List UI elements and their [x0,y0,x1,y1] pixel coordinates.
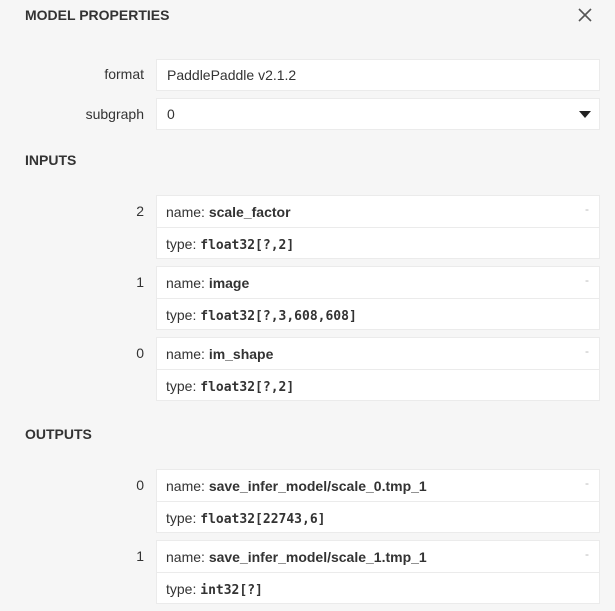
name-key: name: [166,204,209,220]
expand-toggle[interactable]: - [585,547,589,561]
input-name-line[interactable]: name: image - [157,267,599,299]
input-type: float32[?,2] [200,380,295,395]
type-key: type: [166,581,201,597]
type-key: type: [166,510,201,526]
type-key: type: [166,378,201,394]
name-key: name: [166,346,209,362]
panel-title: MODEL PROPERTIES [25,7,170,23]
input-card: name: scale_factor - type: float32[?,2] [156,195,600,259]
input-index: 0 [136,345,144,361]
expand-toggle[interactable]: - [585,273,589,287]
type-key: type: [166,236,201,252]
input-name: im_shape [208,346,274,362]
input-name-line[interactable]: name: scale_factor - [157,196,599,228]
output-name-line[interactable]: name: save_infer_model/scale_0.tmp_1 - [157,470,599,502]
input-name: image [208,275,250,291]
input-type-line: type: float32[?,2] [157,370,599,401]
format-label: format [104,66,144,82]
output-type-line: type: int32[?] [157,573,599,604]
input-type: float32[?,3,608,608] [200,309,357,324]
input-type-line: type: float32[?,3,608,608] [157,299,599,330]
input-card: name: im_shape - type: float32[?,2] [156,337,600,401]
format-field: PaddlePaddle v2.1.2 [156,59,600,91]
expand-toggle[interactable]: - [585,202,589,216]
output-name-line[interactable]: name: save_infer_model/scale_1.tmp_1 - [157,541,599,573]
type-key: type: [166,307,201,323]
inputs-title: INPUTS [25,152,77,168]
output-name: save_infer_model/scale_1.tmp_1 [208,549,427,565]
input-name-line[interactable]: name: im_shape - [157,338,599,370]
output-index: 0 [136,477,144,493]
input-type-line: type: float32[?,2] [157,228,599,259]
close-icon[interactable] [576,6,594,24]
model-properties-panel: MODEL PROPERTIES format PaddlePaddle v2.… [0,0,615,611]
format-value: PaddlePaddle v2.1.2 [167,67,297,83]
subgraph-label: subgraph [85,106,144,122]
output-name: save_infer_model/scale_0.tmp_1 [208,478,427,494]
output-type: float32[22743,6] [200,512,326,527]
name-key: name: [166,478,209,494]
chevron-down-icon [579,111,591,118]
subgraph-select[interactable]: 0 [156,98,600,130]
outputs-title: OUTPUTS [25,426,92,442]
subgraph-value: 0 [167,106,175,122]
output-card: name: save_infer_model/scale_0.tmp_1 - t… [156,469,600,533]
output-card: name: save_infer_model/scale_1.tmp_1 - t… [156,540,600,604]
input-type: float32[?,2] [200,238,295,253]
name-key: name: [166,275,209,291]
input-index: 2 [136,203,144,219]
input-index: 1 [136,274,144,290]
output-type-line: type: float32[22743,6] [157,502,599,533]
expand-toggle[interactable]: - [585,476,589,490]
input-name: scale_factor [208,204,291,220]
output-type: int32[?] [200,583,263,598]
expand-toggle[interactable]: - [585,344,589,358]
name-key: name: [166,549,209,565]
output-index: 1 [136,548,144,564]
input-card: name: image - type: float32[?,3,608,608] [156,266,600,330]
